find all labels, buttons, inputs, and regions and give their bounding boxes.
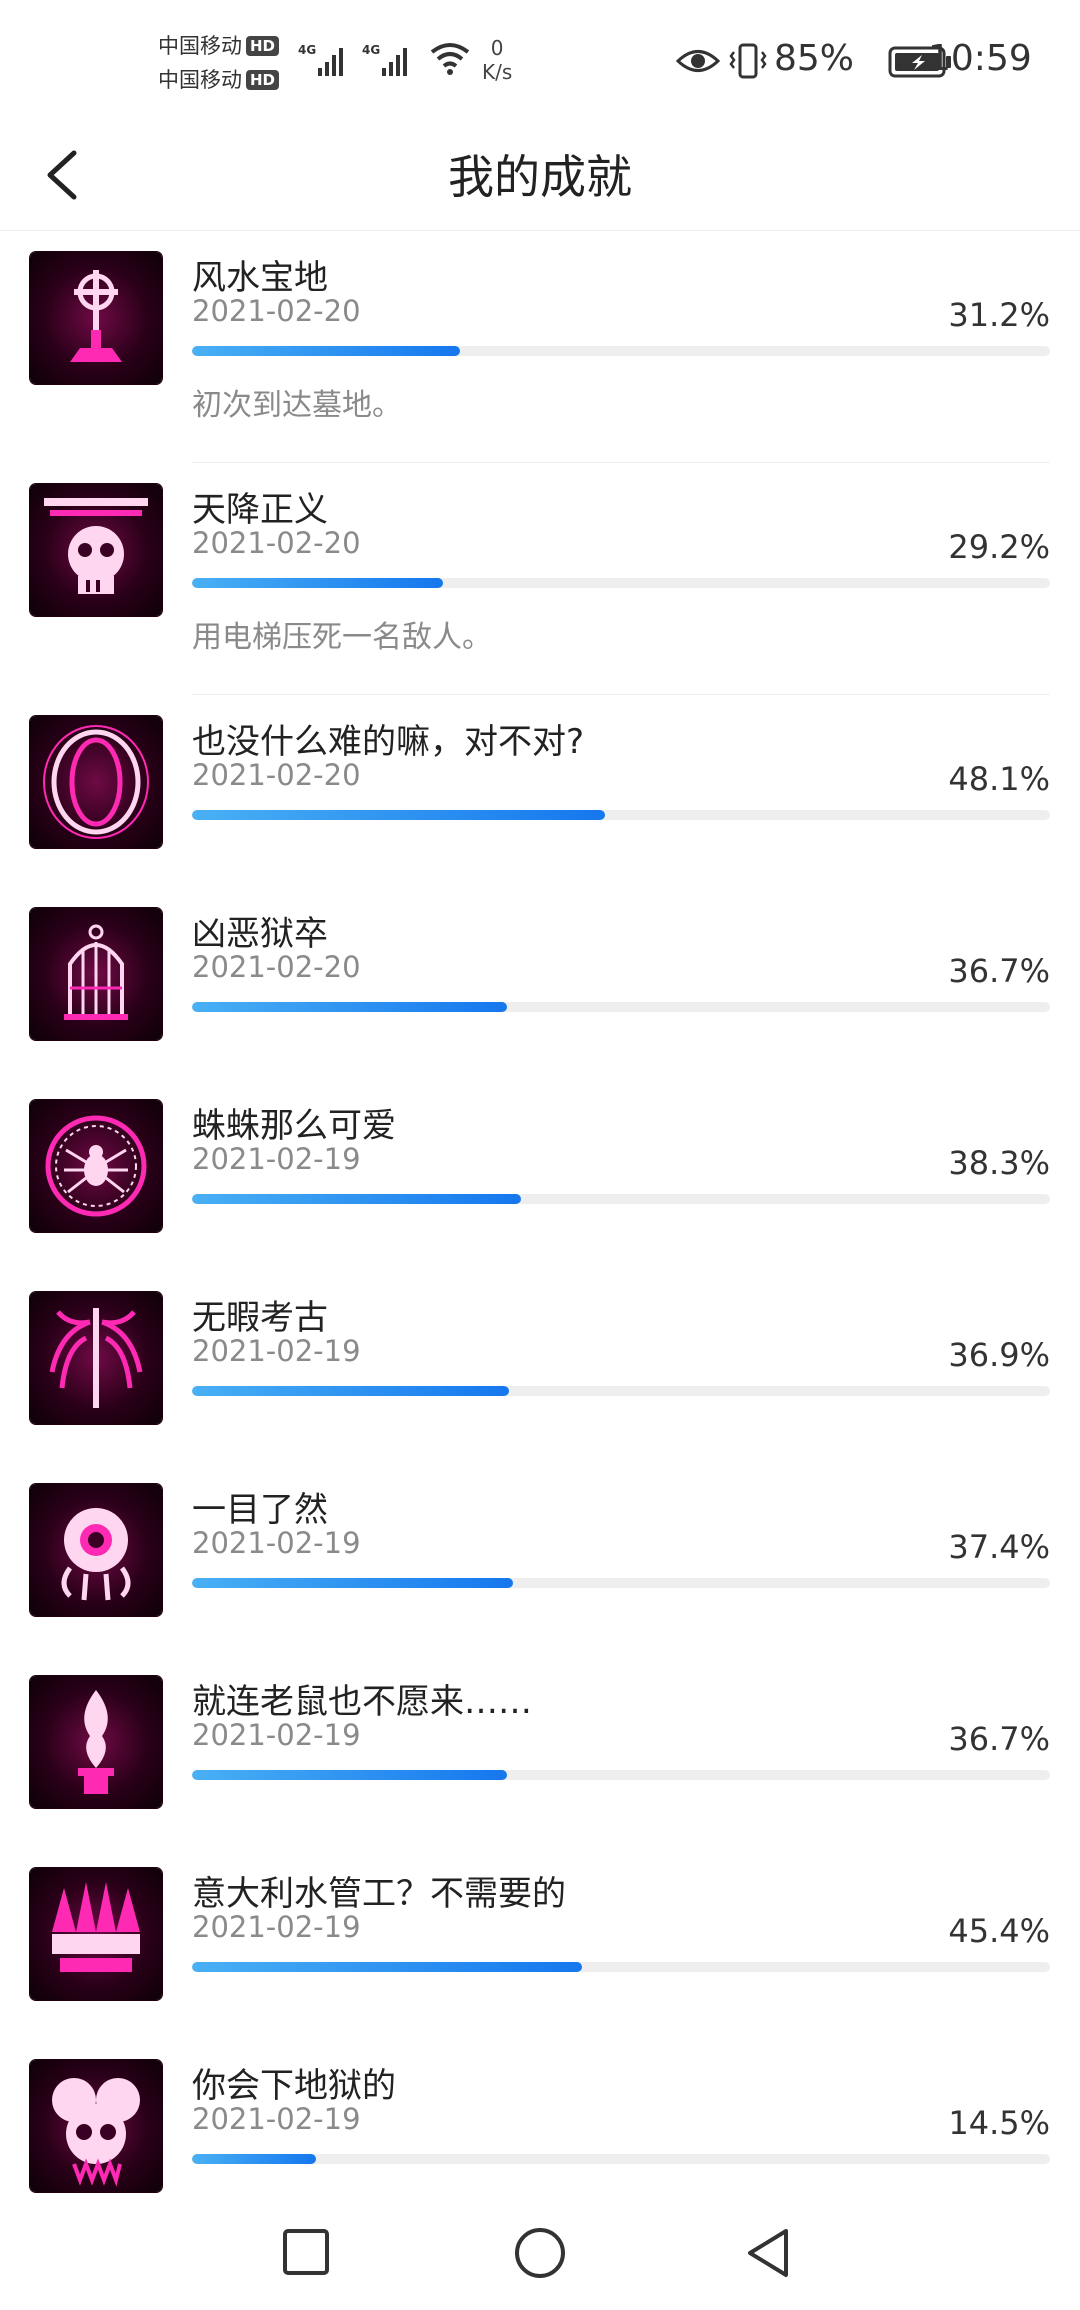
triangle-back-icon bbox=[748, 2229, 788, 2277]
progress-track bbox=[192, 1578, 1050, 1588]
achievement-item[interactable]: 蛛蛛那么可爱 2021-02-19 38.3% bbox=[0, 1078, 1080, 1232]
spider-icon bbox=[30, 1100, 162, 1232]
achievement-name: 天降正义 bbox=[192, 490, 328, 530]
achievement-name: 风水宝地 bbox=[192, 258, 328, 298]
progress-fill bbox=[192, 1770, 507, 1780]
achievement-name: 你会下地狱的 bbox=[192, 2066, 396, 2106]
achievement-percent: 38.3% bbox=[948, 1144, 1050, 1182]
progress-fill bbox=[192, 1962, 582, 1972]
wifi-icon bbox=[430, 43, 470, 75]
achievement-item[interactable]: 风水宝地 2021-02-20 31.2% 初次到达墓地。 bbox=[0, 230, 1080, 463]
achievement-item[interactable]: 天降正义 2021-02-20 29.2% 用电梯压死一名敌人。 bbox=[0, 462, 1080, 695]
progress-fill bbox=[192, 1002, 507, 1012]
page-title: 我的成就 bbox=[448, 150, 632, 204]
recents-button[interactable] bbox=[277, 2223, 337, 2283]
achievement-name: 无暇考古 bbox=[192, 1298, 328, 1338]
progress-track bbox=[192, 1962, 1050, 1972]
achievement-name: 蛛蛛那么可爱 bbox=[192, 1106, 396, 1146]
progress-fill bbox=[192, 578, 443, 588]
svg-text:4G: 4G bbox=[298, 43, 316, 57]
progress-fill bbox=[192, 1386, 509, 1396]
skull-elevator-icon bbox=[30, 484, 162, 616]
achievement-list[interactable]: 风水宝地 2021-02-20 31.2% 初次到达墓地。 天降正义 2021-02-20… bbox=[0, 230, 1080, 2195]
achievement-item[interactable]: 一目了然 2021-02-19 37.4% bbox=[0, 1462, 1080, 1616]
achievement-date: 2021-02-20 bbox=[192, 758, 361, 792]
status-bar: 中国移动 HD 中国移动 HD 4G 4G 0 K/s 85% 10:59 bbox=[0, 0, 1080, 125]
flame-pedestal-icon bbox=[30, 1676, 162, 1808]
spiked-crown-icon bbox=[30, 1868, 162, 2000]
network-speed: 0 K/s bbox=[482, 36, 513, 84]
vibrate-icon bbox=[729, 43, 767, 79]
achievement-date: 2021-02-19 bbox=[192, 1334, 361, 1368]
progress-track bbox=[192, 578, 1050, 588]
achievement-item[interactable]: 你会下地狱的 2021-02-19 14.5% bbox=[0, 2038, 1080, 2192]
achievement-description: 初次到达墓地。 bbox=[192, 388, 402, 423]
achievement-date: 2021-02-20 bbox=[192, 526, 361, 560]
progress-track bbox=[192, 2154, 1050, 2164]
grave-cross-icon bbox=[30, 252, 162, 384]
achievement-percent: 36.7% bbox=[948, 952, 1050, 990]
achievement-percent: 29.2% bbox=[948, 528, 1050, 566]
achievement-name: 意大利水管工？不需要的 bbox=[192, 1874, 566, 1914]
achievement-item[interactable]: 就连老鼠也不愿来…… 2021-02-19 36.7% bbox=[0, 1654, 1080, 1808]
demon-skull-icon bbox=[30, 2060, 162, 2192]
progress-track bbox=[192, 810, 1050, 820]
achievement-percent: 36.7% bbox=[948, 1720, 1050, 1758]
progress-track bbox=[192, 1194, 1050, 1204]
birdcage-icon bbox=[30, 908, 162, 1040]
achievement-description: 用电梯压死一名敌人。 bbox=[192, 620, 492, 655]
navigation-bar bbox=[0, 2195, 1080, 2310]
achievement-item[interactable]: 凶恶狱卒 2021-02-20 36.7% bbox=[0, 886, 1080, 1040]
achievement-date: 2021-02-19 bbox=[192, 1718, 361, 1752]
achievement-percent: 48.1% bbox=[948, 760, 1050, 798]
portal-ring-icon bbox=[30, 716, 162, 848]
progress-fill bbox=[192, 1194, 521, 1204]
achievement-date: 2021-02-19 bbox=[192, 1142, 361, 1176]
achievement-percent: 45.4% bbox=[948, 1912, 1050, 1950]
achievement-name: 一目了然 bbox=[192, 1490, 328, 1530]
progress-track bbox=[192, 1386, 1050, 1396]
eyeball-monster-icon bbox=[30, 1484, 162, 1616]
svg-text:4G: 4G bbox=[362, 43, 380, 57]
clock: 10:59 bbox=[928, 38, 1032, 79]
achievement-item[interactable]: 无暇考古 2021-02-19 36.9% bbox=[0, 1270, 1080, 1424]
progress-fill bbox=[192, 1578, 513, 1588]
achievement-name: 也没什么难的嘛，对不对? bbox=[192, 722, 585, 762]
achievement-name: 凶恶狱卒 bbox=[192, 914, 328, 954]
battery-percent: 85% bbox=[774, 38, 855, 79]
achievement-date: 2021-02-19 bbox=[192, 2102, 361, 2136]
achievement-date: 2021-02-20 bbox=[192, 950, 361, 984]
progress-fill bbox=[192, 810, 605, 820]
eye-comfort-icon bbox=[676, 50, 720, 72]
progress-track bbox=[192, 1770, 1050, 1780]
achievement-percent: 37.4% bbox=[948, 1528, 1050, 1566]
achievement-percent: 14.5% bbox=[948, 2104, 1050, 2142]
app-header: 我的成就 bbox=[0, 125, 1080, 231]
square-icon bbox=[283, 2229, 329, 2275]
ribcage-icon bbox=[30, 1292, 162, 1424]
signal-strength-icon: 4G bbox=[298, 43, 343, 76]
signal-strength-icon-2: 4G bbox=[362, 43, 407, 76]
back-nav-button[interactable] bbox=[738, 2223, 798, 2283]
progress-fill bbox=[192, 2154, 317, 2164]
achievement-item[interactable]: 意大利水管工？不需要的 2021-02-19 45.4% bbox=[0, 1846, 1080, 2000]
achievement-date: 2021-02-19 bbox=[192, 1910, 361, 1944]
circle-icon bbox=[515, 2228, 565, 2278]
progress-track bbox=[192, 346, 1050, 356]
achievement-item[interactable]: 也没什么难的嘛，对不对? 2021-02-20 48.1% bbox=[0, 694, 1080, 848]
progress-fill bbox=[192, 346, 460, 356]
carrier-1: 中国移动 HD bbox=[158, 30, 280, 60]
achievement-date: 2021-02-20 bbox=[192, 294, 361, 328]
achievement-name: 就连老鼠也不愿来…… bbox=[192, 1682, 532, 1722]
achievement-percent: 31.2% bbox=[948, 296, 1050, 334]
carrier-2: 中国移动 HD bbox=[158, 64, 280, 94]
home-button[interactable] bbox=[510, 2223, 570, 2283]
achievement-date: 2021-02-19 bbox=[192, 1526, 361, 1560]
progress-track bbox=[192, 1002, 1050, 1012]
achievement-percent: 36.9% bbox=[948, 1336, 1050, 1374]
